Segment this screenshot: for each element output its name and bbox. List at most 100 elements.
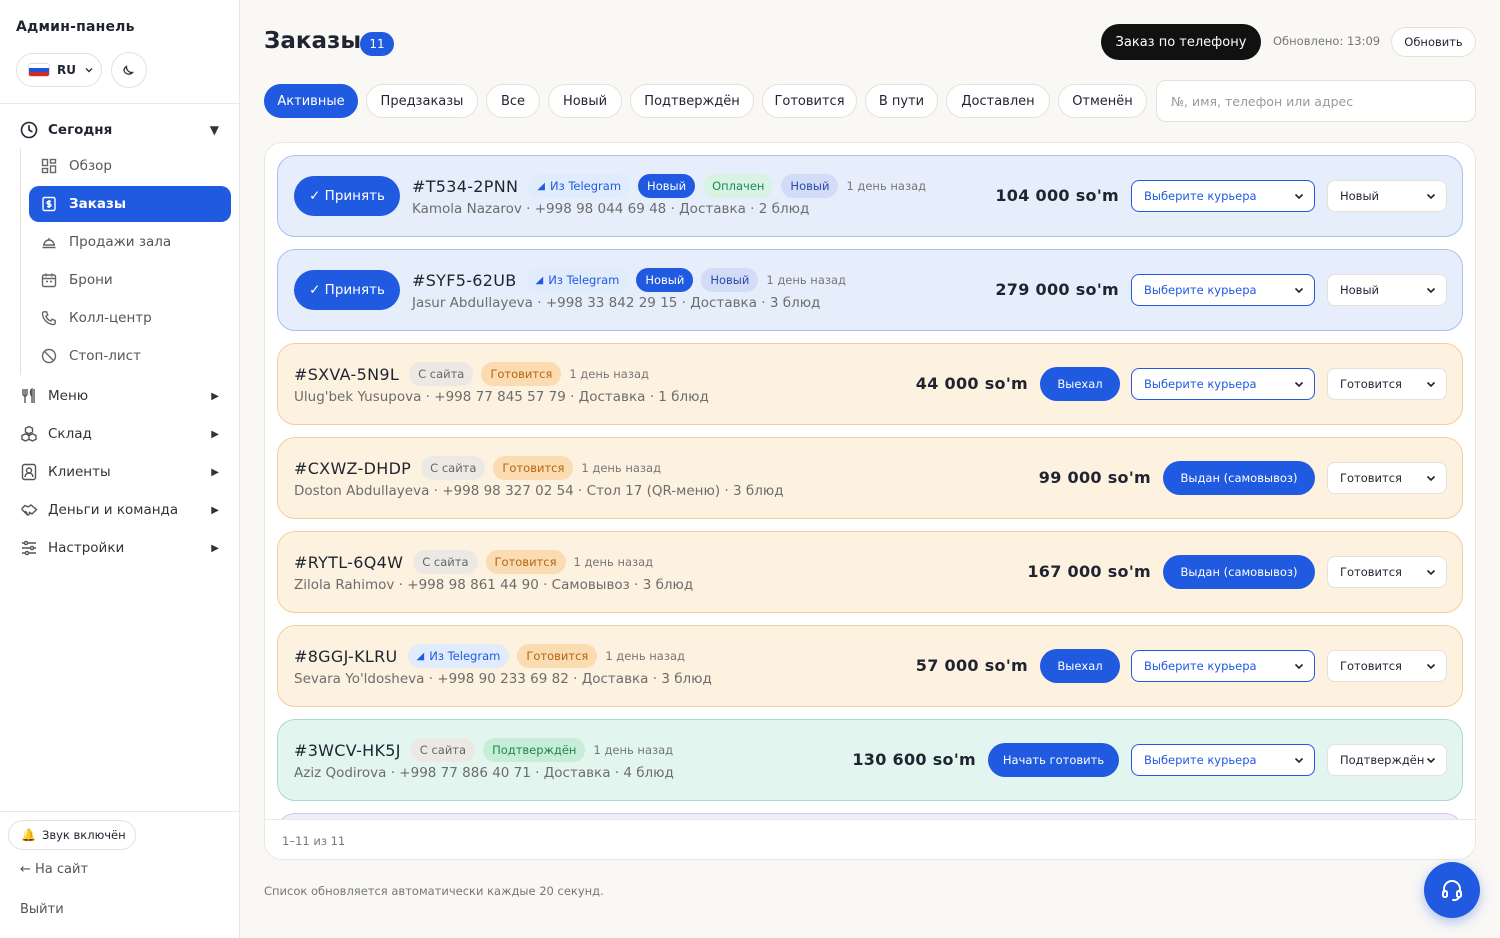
order-header: #RYTL-6Q4W С сайта Готовится 1 день наза… xyxy=(294,550,653,574)
order-time: 1 день назад xyxy=(569,367,649,381)
courier-select[interactable]: Выберите курьера xyxy=(1131,180,1315,212)
status-select-value: Готовится xyxy=(1340,471,1402,485)
search-input[interactable] xyxy=(1156,80,1476,122)
departed-button[interactable]: Выехал xyxy=(1040,649,1120,683)
sidebar-item-call-center[interactable]: Колл-центр xyxy=(29,300,231,336)
sidebar-item-label: Продажи зала xyxy=(69,234,172,250)
source-badge: С сайта xyxy=(421,456,486,480)
nav-group-settings[interactable]: Настройки ▶ xyxy=(0,530,239,566)
nav-group-clients[interactable]: Клиенты ▶ xyxy=(0,454,239,490)
order-time: 1 день назад xyxy=(593,743,674,757)
nav-group-warehouse[interactable]: Склад ▶ xyxy=(0,416,239,452)
status-select[interactable]: Подтверждён xyxy=(1327,744,1447,776)
filter-new[interactable]: Новый xyxy=(548,84,622,118)
issued-pickup-button[interactable]: Выдан (самовывоз) xyxy=(1163,555,1315,589)
source-badge: ◢ Из Telegram xyxy=(407,644,510,668)
nav-group-label: Склад xyxy=(48,426,92,442)
filter-preorders[interactable]: Предзаказы xyxy=(366,84,478,118)
order-header: #SXVA-5N9L С сайта Готовится 1 день наза… xyxy=(294,362,649,386)
order-card[interactable]: ✓ Принять #T534-2PNN ◢ Из Telegram Новый … xyxy=(277,155,1463,237)
order-details: Aziz Qodirova · +998 77 886 40 71 · Дост… xyxy=(294,765,674,781)
phone-order-button[interactable]: Заказ по телефону xyxy=(1101,24,1261,60)
departed-button[interactable]: Выехал xyxy=(1040,367,1120,401)
filter-active[interactable]: Активные xyxy=(264,84,358,118)
status-select[interactable]: Новый xyxy=(1327,274,1447,306)
courier-select[interactable]: Выберите курьера xyxy=(1131,744,1315,776)
filter-delivered[interactable]: Доставлен xyxy=(946,84,1050,118)
caret-right-icon: ▶ xyxy=(211,504,219,516)
back-to-site-link[interactable]: ← На сайт xyxy=(20,862,88,877)
order-details: Zilola Rahimov · +998 98 861 44 90 · Сам… xyxy=(294,577,694,593)
logout-link[interactable]: Выйти xyxy=(20,902,64,917)
order-details: Doston Abdullayeva · +998 98 327 02 54 ·… xyxy=(294,483,784,499)
boxes-icon xyxy=(20,425,38,443)
page-title: Заказы xyxy=(264,28,362,54)
filter-cancelled[interactable]: Отменён xyxy=(1058,84,1147,118)
status-select[interactable]: Новый xyxy=(1327,180,1447,212)
nav-group-today[interactable]: Сегодня ▼ xyxy=(0,112,239,148)
sidebar-item-reservations[interactable]: Брони xyxy=(29,262,231,298)
sidebar-title: Админ-панель xyxy=(16,19,135,35)
source-badge: ◢ Из Telegram xyxy=(526,268,629,292)
language-switcher[interactable]: RU xyxy=(16,53,102,87)
filter-confirmed[interactable]: Подтверждён xyxy=(630,84,754,118)
contact-card-icon xyxy=(20,463,38,481)
courier-select[interactable]: Выберите курьера xyxy=(1131,274,1315,306)
sidebar-item-label: Колл-центр xyxy=(69,310,152,326)
order-id: #RYTL-6Q4W xyxy=(294,552,404,572)
status-select[interactable]: Готовится xyxy=(1327,462,1447,494)
courier-select-value: Выберите курьера xyxy=(1144,377,1257,391)
sound-toggle-button[interactable]: 🔔 Звук включён xyxy=(8,820,136,850)
courier-select-value: Выберите курьера xyxy=(1144,753,1257,767)
start-cooking-button[interactable]: Начать готовить xyxy=(988,743,1119,777)
status-select[interactable]: Готовится xyxy=(1327,368,1447,400)
nav-group-menu[interactable]: Меню ▶ xyxy=(0,378,239,414)
order-card[interactable]: #SXVA-5N9L С сайта Готовится 1 день наза… xyxy=(277,343,1463,425)
pagination-label: 1–11 из 11 xyxy=(282,833,346,848)
filter-all[interactable]: Все xyxy=(486,84,540,118)
sidebar-item-overview[interactable]: Обзор xyxy=(29,148,231,184)
order-card[interactable]: #RYTL-6Q4W С сайта Готовится 1 день наза… xyxy=(277,531,1463,613)
refresh-button[interactable]: Обновить xyxy=(1391,27,1476,57)
order-header: #3WCV-HK5J С сайта Подтверждён 1 день на… xyxy=(294,738,673,762)
source-badge: С сайта xyxy=(409,362,474,386)
nav-group-label: Сегодня xyxy=(48,122,113,138)
courier-select[interactable]: Выберите курьера xyxy=(1131,650,1315,682)
order-card[interactable]: #3WCV-HK5J С сайта Подтверждён 1 день на… xyxy=(277,719,1463,801)
nav-group-money-team[interactable]: Деньги и команда ▶ xyxy=(0,492,239,528)
sidebar-item-orders[interactable]: Заказы xyxy=(29,186,231,222)
status-select-value: Готовится xyxy=(1340,565,1402,579)
support-chat-button[interactable] xyxy=(1424,862,1480,918)
chevron-down-icon xyxy=(85,68,93,73)
accept-order-button[interactable]: ✓ Принять xyxy=(294,270,400,310)
telegram-icon: ◢ xyxy=(535,274,544,286)
issued-pickup-button[interactable]: Выдан (самовывоз) xyxy=(1163,461,1315,495)
status-select[interactable]: Готовится xyxy=(1327,650,1447,682)
order-card[interactable]: #CXWZ-DHDP С сайта Готовится 1 день наза… xyxy=(277,437,1463,519)
order-details: Kamola Nazarov · +998 98 044 69 48 · Дос… xyxy=(412,201,810,217)
status-select-value: Готовится xyxy=(1340,377,1402,391)
sidebar-item-label: Брони xyxy=(69,272,113,288)
sidebar-item-hall-sales[interactable]: Продажи зала xyxy=(29,224,231,260)
theme-toggle-button[interactable] xyxy=(111,52,147,88)
status-select[interactable]: Готовится xyxy=(1327,556,1447,588)
chevron-down-icon xyxy=(1294,381,1304,388)
pagination-info: 1–11 из 11 xyxy=(265,819,1475,859)
sidebar-divider xyxy=(0,103,239,104)
order-header: #SYF5-62UB ◢ Из Telegram Новый Новый 1 де… xyxy=(412,268,846,292)
order-id: #SYF5-62UB xyxy=(412,270,517,290)
order-price: 167 000 so'm xyxy=(1027,562,1151,581)
filter-cooking[interactable]: Готовится xyxy=(762,84,857,118)
moon-icon xyxy=(123,65,135,75)
order-card[interactable]: ✓ Принять #SYF5-62UB ◢ Из Telegram Новый … xyxy=(277,249,1463,331)
courier-select[interactable]: Выберите курьера xyxy=(1131,368,1315,400)
courier-select-value: Выберите курьера xyxy=(1144,659,1257,673)
caret-right-icon: ▶ xyxy=(211,542,219,554)
order-card[interactable]: #8GGJ-KLRU ◢ Из Telegram Готовится 1 день… xyxy=(277,625,1463,707)
status-badge: Новый xyxy=(781,174,839,198)
accept-order-button[interactable]: ✓ Принять xyxy=(294,176,400,216)
filter-on-the-way[interactable]: В пути xyxy=(865,84,938,118)
sidebar-item-stop-list[interactable]: Стоп-лист xyxy=(29,338,231,374)
status-badge: Готовится xyxy=(517,644,598,668)
order-price: 57 000 so'm xyxy=(915,656,1028,675)
